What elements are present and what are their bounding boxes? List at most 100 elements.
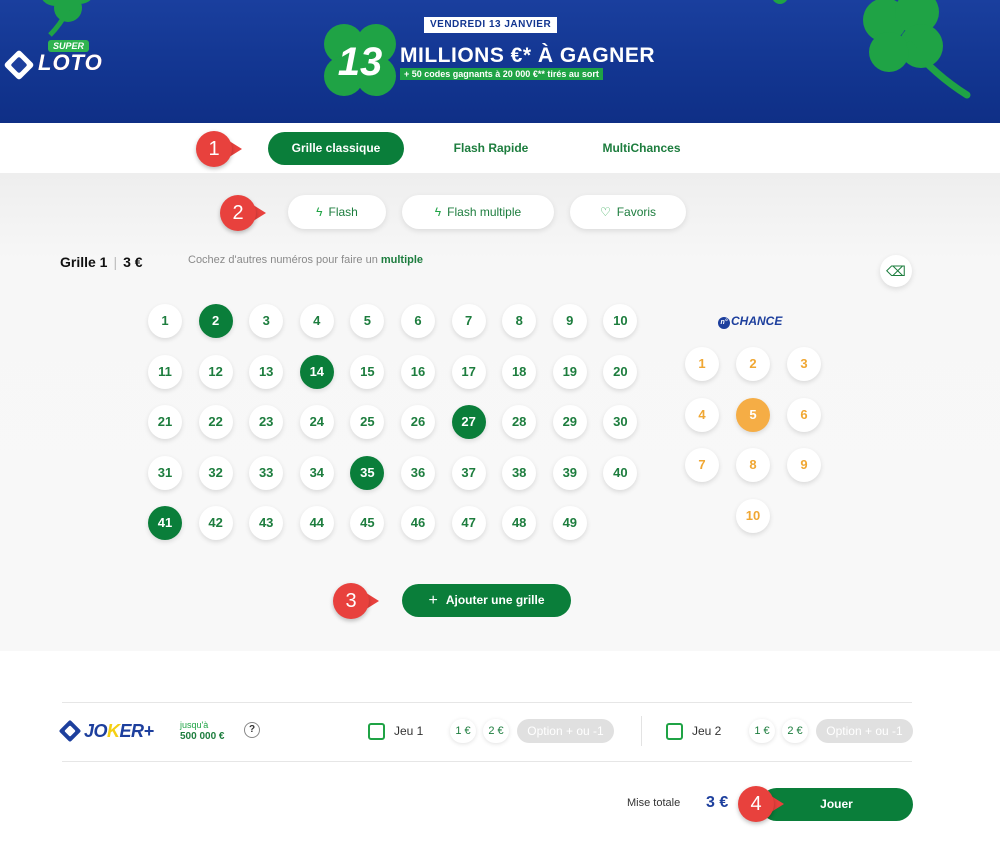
number-ball-22[interactable]: 22 xyxy=(198,405,233,439)
chance-ball-10[interactable]: 10 xyxy=(736,498,770,533)
joker-logo: JOKER+ xyxy=(58,719,164,745)
number-ball-26[interactable]: 26 xyxy=(401,405,435,439)
number-ball-17[interactable]: 17 xyxy=(451,354,486,389)
number-ball-24[interactable]: 24 xyxy=(299,405,334,439)
callout-number: 4 xyxy=(750,793,762,815)
number-ball-35[interactable]: 35 xyxy=(350,455,385,490)
chance-ball-8[interactable]: 8 xyxy=(736,448,770,482)
number-ball-47[interactable]: 47 xyxy=(451,506,486,540)
number-ball-46[interactable]: 46 xyxy=(401,506,435,540)
number-ball-38[interactable]: 38 xyxy=(502,455,537,490)
number-ball-34[interactable]: 34 xyxy=(299,455,334,490)
number-ball-48[interactable]: 48 xyxy=(502,506,537,540)
number-ball-6[interactable]: 6 xyxy=(401,304,435,338)
callout-2: 2 xyxy=(220,195,266,231)
divider xyxy=(62,761,912,762)
number-ball-42[interactable]: 42 xyxy=(198,506,233,540)
grid-price: 3 € xyxy=(123,254,143,270)
jeu2-2euro-button[interactable]: 2 € xyxy=(782,719,808,743)
number-ball-13[interactable]: 13 xyxy=(249,354,284,389)
callout-number: 3 xyxy=(345,590,357,612)
number-ball-33[interactable]: 33 xyxy=(249,455,284,490)
callout-3: 3 xyxy=(333,583,379,619)
number-ball-8[interactable]: 8 xyxy=(502,304,537,338)
number-ball-43[interactable]: 43 xyxy=(249,506,284,540)
number-ball-3[interactable]: 3 xyxy=(249,304,284,338)
number-ball-30[interactable]: 30 xyxy=(603,405,638,439)
favoris-button[interactable]: ♡ Favoris xyxy=(570,195,686,229)
number-ball-10[interactable]: 10 xyxy=(603,304,638,338)
jackpot-value: 500 000 € xyxy=(180,731,225,742)
jeu1-option-button[interactable]: Option + ou -1 xyxy=(517,719,614,743)
number-ball-1[interactable]: 1 xyxy=(148,304,182,338)
chance-ball-3[interactable]: 3 xyxy=(787,347,821,381)
flash-button[interactable]: ϟ Flash xyxy=(288,195,386,229)
joker-text-a: JO xyxy=(84,721,108,741)
help-button[interactable]: ? xyxy=(244,722,260,738)
number-ball-41[interactable]: 41 xyxy=(148,506,182,540)
number-ball-36[interactable]: 36 xyxy=(401,455,435,490)
number-ball-15[interactable]: 15 xyxy=(350,354,385,389)
jeu2-1euro-button[interactable]: 1 € xyxy=(749,719,775,743)
promo-banner: SUPER LOTO VENDREDI 13 JANVIER 13 MILLIO… xyxy=(0,0,1000,123)
number-ball-25[interactable]: 25 xyxy=(350,405,385,439)
hint-text: Cochez d'autres numéros pour faire un xyxy=(188,254,381,266)
chance-ball-1[interactable]: 1 xyxy=(685,347,719,381)
number-ball-49[interactable]: 49 xyxy=(552,506,587,540)
mise-totale-value: 3 € xyxy=(706,794,729,811)
number-ball-7[interactable]: 7 xyxy=(451,304,486,338)
eraser-button[interactable]: ⌫ xyxy=(880,255,912,287)
number-ball-5[interactable]: 5 xyxy=(350,304,385,338)
eraser-icon: ⌫ xyxy=(886,263,906,279)
number-ball-39[interactable]: 39 xyxy=(552,455,587,490)
chance-logo: n° CHANCE xyxy=(718,314,782,329)
joker-text-b: ER+ xyxy=(119,721,155,741)
jeu1-checkbox[interactable] xyxy=(368,723,385,740)
number-ball-27[interactable]: 27 xyxy=(451,405,486,439)
heart-icon: ♡ xyxy=(599,205,611,219)
chance-ball-2[interactable]: 2 xyxy=(736,347,770,381)
number-ball-32[interactable]: 32 xyxy=(198,455,233,490)
number-ball-29[interactable]: 29 xyxy=(552,405,587,439)
grid-name: Grille 1 xyxy=(60,254,108,270)
number-ball-40[interactable]: 40 xyxy=(603,455,638,490)
number-ball-12[interactable]: 12 xyxy=(198,354,233,389)
number-ball-16[interactable]: 16 xyxy=(401,354,435,389)
promo-number: 13 xyxy=(337,40,383,84)
number-ball-18[interactable]: 18 xyxy=(502,354,537,389)
super-loto-logo[interactable]: SUPER LOTO xyxy=(3,40,112,81)
multiple-link[interactable]: multiple xyxy=(381,254,423,266)
number-ball-44[interactable]: 44 xyxy=(299,506,334,540)
chance-ball-7[interactable]: 7 xyxy=(685,448,719,482)
jeu1-1euro-button[interactable]: 1 € xyxy=(450,719,476,743)
number-ball-23[interactable]: 23 xyxy=(249,405,284,439)
clover-decoration-right xyxy=(863,0,971,99)
number-ball-37[interactable]: 37 xyxy=(451,455,486,490)
tab-multichances[interactable]: MultiChances xyxy=(585,132,698,165)
tab-flash-rapide[interactable]: Flash Rapide xyxy=(432,132,550,165)
flash-multiple-button[interactable]: ϟ Flash multiple xyxy=(402,195,554,229)
jeu2-option-button[interactable]: Option + ou -1 xyxy=(816,719,913,743)
chance-ball-9[interactable]: 9 xyxy=(787,448,821,482)
number-ball-45[interactable]: 45 xyxy=(350,506,385,540)
add-grid-button[interactable]: + Ajouter une grille xyxy=(402,584,571,617)
number-ball-20[interactable]: 20 xyxy=(603,354,638,389)
number-ball-2[interactable]: 2 xyxy=(198,304,233,338)
number-ball-14[interactable]: 14 xyxy=(299,354,334,389)
number-ball-9[interactable]: 9 xyxy=(552,304,587,338)
number-ball-31[interactable]: 31 xyxy=(148,455,182,490)
chance-ball-5[interactable]: 5 xyxy=(736,397,770,432)
chance-ball-4[interactable]: 4 xyxy=(685,397,719,432)
tab-grille-classique[interactable]: Grille classique xyxy=(268,132,404,165)
jeu2-checkbox[interactable] xyxy=(666,723,683,740)
number-ball-28[interactable]: 28 xyxy=(502,405,537,439)
number-ball-4[interactable]: 4 xyxy=(299,304,334,338)
jeu1-label: Jeu 1 xyxy=(394,724,424,738)
promo-subline: + 50 codes gagnants à 20 000 €** tirés a… xyxy=(400,68,603,80)
number-ball-21[interactable]: 21 xyxy=(148,405,182,439)
number-ball-19[interactable]: 19 xyxy=(552,354,587,389)
chance-ball-6[interactable]: 6 xyxy=(787,397,821,432)
number-ball-11[interactable]: 11 xyxy=(148,354,182,389)
promo-headline: MILLIONS €* À GAGNER xyxy=(400,44,656,67)
jeu1-2euro-button[interactable]: 2 € xyxy=(483,719,509,743)
